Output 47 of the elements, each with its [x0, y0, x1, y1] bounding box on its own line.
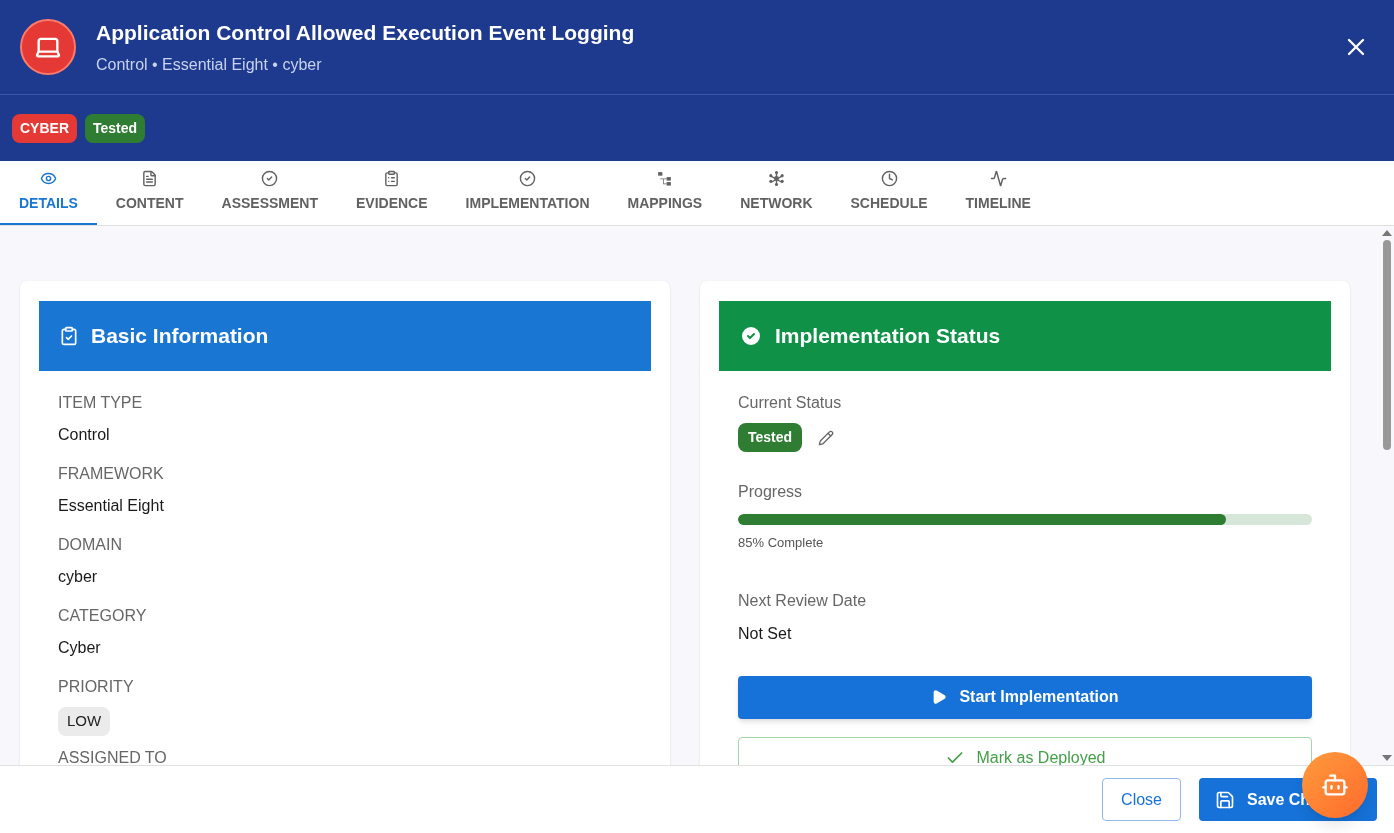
tab[interactable]: IMPLEMENTATION — [446, 161, 609, 225]
field-label: Current Status — [738, 393, 843, 413]
network-icon — [767, 170, 785, 187]
clipboard-icon — [383, 170, 401, 187]
close-button[interactable]: Close — [1102, 778, 1181, 821]
play-icon — [931, 689, 948, 705]
card-title: Basic Information — [91, 323, 269, 350]
check-circle-icon — [739, 324, 763, 348]
tab[interactable]: SCHEDULE — [831, 161, 947, 225]
field-label: PRIORITY — [58, 677, 135, 697]
tab[interactable]: TIMELINE — [946, 161, 1050, 225]
field-label: Progress — [738, 482, 804, 502]
field-label: ASSIGNED TO — [58, 748, 168, 765]
document-icon — [141, 170, 159, 187]
field-value: Essential Eight — [58, 496, 165, 516]
window-subtitle: Control • Essential Eight • cyber — [96, 54, 323, 75]
check-circle-icon — [519, 170, 537, 187]
tab[interactable]: CONTENT — [96, 161, 203, 225]
field-value: Control — [58, 425, 111, 445]
field-value: cyber — [58, 567, 99, 587]
field-value: Not Set — [738, 623, 793, 644]
start-implementation-button[interactable]: Start Implementation — [738, 675, 1312, 719]
clipboard-icon — [59, 326, 79, 346]
progress-text: 85% Complete — [738, 534, 825, 552]
field-label: ITEM TYPE — [58, 393, 144, 413]
tab[interactable]: ASSESSMENT — [202, 161, 337, 225]
save-icon — [1215, 789, 1235, 810]
tag: CYBER — [12, 113, 77, 143]
clock-icon — [880, 170, 898, 187]
field-value: Cyber — [58, 638, 102, 658]
eye-icon — [39, 170, 57, 187]
card-title: Implementation Status — [775, 323, 1001, 350]
field-label: Next Review Date — [738, 590, 868, 611]
status-tag: Tested — [738, 423, 803, 452]
edit-icon[interactable] — [818, 429, 835, 446]
tab[interactable]: NETWORK — [721, 161, 832, 225]
line-chart-icon — [989, 170, 1007, 187]
field-label: CATEGORY — [58, 606, 148, 626]
tab[interactable]: EVIDENCE — [337, 161, 447, 225]
check-circle-icon — [261, 170, 279, 187]
priority-tag: LOW — [58, 707, 111, 736]
field-label: FRAMEWORK — [58, 464, 165, 484]
window-title: Application Control Allowed Execution Event Logging — [96, 20, 636, 47]
hierarchy-icon — [656, 170, 674, 187]
field-label: DOMAIN — [58, 535, 123, 555]
tab[interactable]: MAPPINGS — [608, 161, 722, 225]
tag: Tested — [85, 113, 146, 143]
